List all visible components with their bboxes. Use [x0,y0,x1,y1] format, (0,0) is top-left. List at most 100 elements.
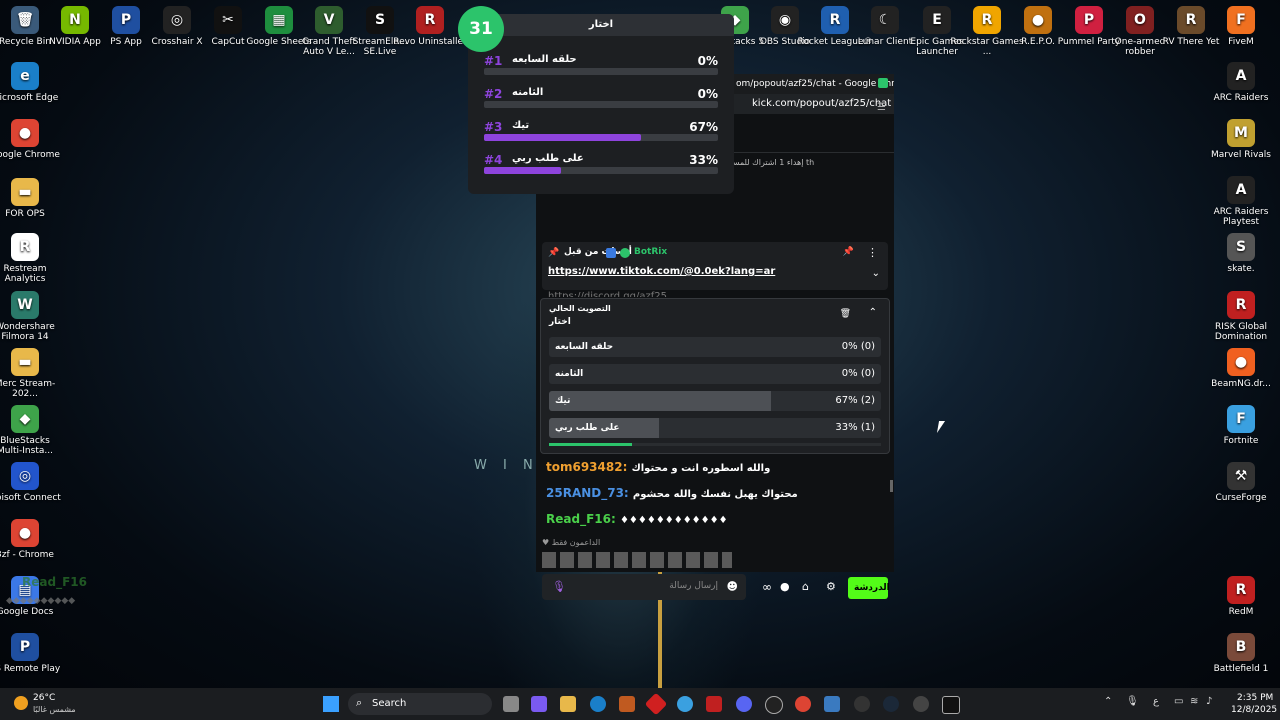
app-icon: 🗑 [11,6,39,34]
chat-poll-option[interactable]: على طلب ربي 33% (1) [549,418,881,438]
chat-username[interactable]: 25RAND_73: [546,486,629,500]
app-icon: ● [11,519,39,547]
pinned-link[interactable]: https://www.tiktok.com/@0.0ek?lang=ar [548,266,775,277]
pin-toggle-icon[interactable]: 📌 [843,247,854,257]
gallery-icon[interactable] [677,696,693,712]
copilot-icon[interactable] [531,696,547,712]
weather-temp[interactable]: 26°C [33,693,55,703]
chat-poll-option[interactable]: تيك 67% (2) [549,391,881,411]
pinned-user[interactable]: BotRix [634,247,667,257]
desktop-icon-left_icons-8[interactable]: ● 3zf - Chrome [0,519,63,560]
steam-icon[interactable] [883,696,899,712]
desktop-icon-right_icons-4[interactable]: R RISK Global Domination [1203,291,1279,342]
desktop-icon-label: Battlefield 1 [1213,664,1269,674]
desktop-icon-left_icons-0[interactable]: e Microsoft Edge [0,62,63,103]
tray-volume-icon[interactable]: ♪ [1206,696,1212,707]
obs-studio-icon[interactable] [854,696,870,712]
desktop-icon-right_icons-2[interactable]: A ARC Raiders Playtest [1203,176,1279,227]
poll-overlay: اختار #1 حلقه السابعه 0% #2 الثامنه 0% #3 تيك 67… [468,14,734,194]
chat-username[interactable]: tom693482: [546,460,627,474]
app-icon: ▦ [265,6,293,34]
restream-icon[interactable] [913,696,929,712]
emoji-icon[interactable]: ☻ [727,580,738,593]
chat-poll-label: على طلب ربي [555,423,620,433]
desktop-icon-label: skate. [1227,264,1255,274]
desktop-icon-top_icons-8[interactable]: R Revo Uninstaller [392,6,468,47]
discord-icon[interactable] [736,696,752,712]
shield-icon[interactable] [706,696,722,712]
chat-poll-option[interactable]: الثامنه 0% (0) [549,364,881,384]
option-bar-track [484,101,718,108]
desktop-icon-right_icons-8[interactable]: R RedM [1203,576,1279,617]
weather-icon[interactable] [14,696,28,710]
mic-icon[interactable]: 🎙 [552,580,566,593]
chat-scrollbar[interactable] [890,480,893,492]
desktop-icon-label: BlueStacks Multi-Insta... [0,436,53,456]
desktop-icon-left_icons-1[interactable]: ● Google Chrome [0,119,63,160]
chrome-icon[interactable] [795,696,811,712]
tray-display-icon[interactable]: ▭ [1174,696,1183,707]
chat-poll-percent: 0% (0) [841,341,875,352]
chat-send-button[interactable]: الدردشة [848,577,890,599]
desktop-icon-right_icons-0[interactable]: A ARC Raiders [1203,62,1279,103]
wallpaper-text: W I N [474,458,539,473]
desktop-icon-right_icons-3[interactable]: Sskate. [1203,233,1279,274]
obs-icon[interactable] [765,696,783,714]
expand-chevron-icon[interactable]: ⌄ [872,268,880,279]
app-icon: ◆ [11,405,39,433]
collapse-chevron-icon[interactable]: ⌃ [869,307,877,318]
desktop-icon-right_icons-1[interactable]: M Marvel Rivals [1203,119,1279,160]
desktop-icon-left_icons-7[interactable]: ◎ Ubisoft Connect [0,462,63,503]
tray-mic-icon[interactable]: 🎙 [1126,696,1139,707]
tray-chevron-icon[interactable]: ⌃ [1104,696,1112,707]
taskbar-search[interactable]: ⌕ Search [348,693,492,715]
desktop-icon-left_icons-5[interactable]: ▬ Merc Stream-202... [0,348,63,399]
app-icon: N [61,6,89,34]
app-icon: R [11,233,39,261]
clock-time[interactable]: 2:35 PM [1237,693,1273,703]
overlay-sub: ◆◆◆◆◆◆◆◆◆◆ [6,596,76,606]
chat-poll-option[interactable]: حلقه السابعه 0% (0) [549,337,881,357]
photos-icon[interactable] [824,696,840,712]
chat-username[interactable]: Read_F16: [546,512,616,526]
edge-icon[interactable] [590,696,606,712]
infinity-icon[interactable]: ∞ [762,580,772,594]
app-icon: E [923,6,951,34]
window-close-icon[interactable] [878,78,888,88]
desktop-icon-label: ARC Raiders [1213,93,1269,103]
chat-poll-percent: 0% (0) [841,368,875,379]
store-app-icon[interactable] [619,696,635,712]
emote-row[interactable] [542,552,732,568]
task-view-icon[interactable] [503,696,519,712]
desktop-icon-left_icons-10[interactable]: P PS Remote Play [0,633,63,674]
settings-icon[interactable]: ⚙ [826,580,836,593]
file-explorer-icon[interactable] [560,696,576,712]
users-icon[interactable]: ● [780,580,790,593]
desktop-icon-right_icons-9[interactable]: B Battlefield 1 [1203,633,1279,674]
desktop-icon-right_icons-6[interactable]: F Fortnite [1203,405,1279,446]
app-icon: ◎ [11,462,39,490]
desktop-icon-right_top_icons-10[interactable]: F FiveM [1203,6,1279,47]
delete-poll-icon[interactable]: 🗑 [840,309,851,319]
tray-wifi-icon[interactable]: ≋ [1190,696,1198,707]
desktop-icon-right_icons-5[interactable]: ● BeamNG.dr... [1203,348,1279,389]
desktop-icon-left_icons-6[interactable]: ◆ BlueStacks Multi-Insta... [0,405,63,456]
desktop-icon-left_icons-4[interactable]: W Wondershare Filmora 14 [0,291,63,342]
message-input[interactable]: 🎙 إرسال رسالة ☻ [542,574,746,600]
more-options-icon[interactable]: ⋮ [867,246,878,259]
clock-date[interactable]: 12/8/2025 [1231,705,1277,715]
store-icon[interactable]: ⌂ [802,580,809,593]
desktop-icon-right_icons-7[interactable]: ⚒ CurseForge [1203,462,1279,503]
start-icon[interactable] [323,696,339,712]
desktop-icon-left_icons-3[interactable]: R Restream Analytics [0,233,63,284]
option-percent: 0% [697,87,718,101]
app-icon: W [11,291,39,319]
red-app-icon[interactable] [644,692,668,716]
terminal-icon[interactable] [942,696,960,714]
tray-lang[interactable]: ع [1153,696,1159,707]
option-percent: 67% [689,120,718,134]
desktop-icon-label: FOR OPS [5,209,45,219]
pinned-message: 📌 أرسلت من قبل BotRix 📌 ⋮ https://www.ti… [542,242,888,290]
desktop-icon-left_icons-2[interactable]: ▬ FOR OPS [0,178,63,219]
app-icon: A [1227,176,1255,204]
